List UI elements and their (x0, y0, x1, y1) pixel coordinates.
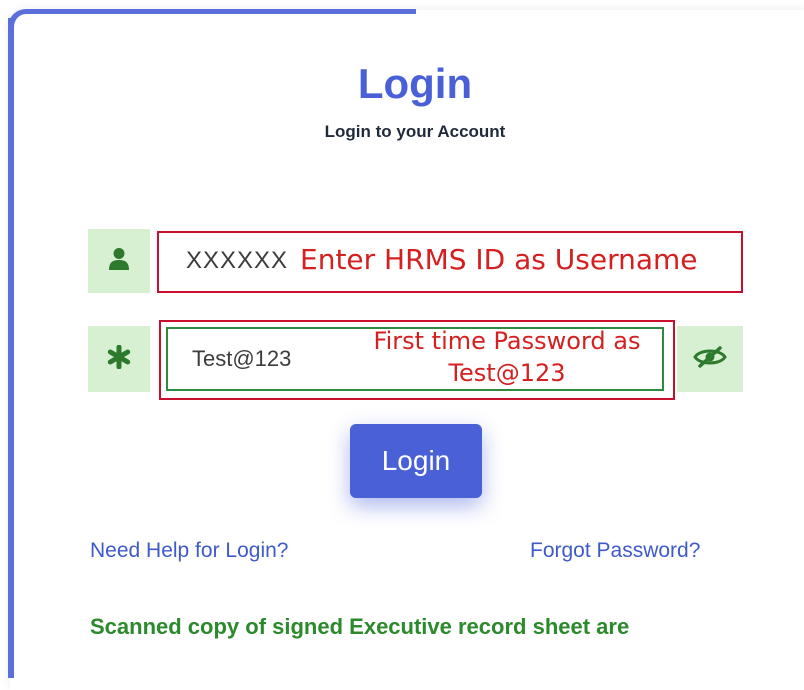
login-button[interactable]: Login (350, 424, 482, 498)
password-toggle[interactable] (677, 326, 743, 392)
username-addon (88, 229, 150, 293)
eye-slash-icon (693, 345, 727, 374)
need-help-link[interactable]: Need Help for Login? (90, 539, 288, 563)
asterisk-icon (107, 344, 131, 374)
card-accent-top (22, 9, 416, 14)
user-icon (108, 247, 130, 276)
page-title: Login (357, 60, 473, 107)
username-annotation: Enter HRMS ID as Username (300, 243, 698, 276)
username-value: XXXXXX (186, 247, 289, 274)
forgot-password-link[interactable]: Forgot Password? (530, 539, 700, 563)
password-value: Test@123 (192, 346, 292, 371)
card-accent-left (8, 18, 14, 678)
page-subtitle: Login to your Account (324, 122, 506, 141)
password-addon (88, 326, 150, 392)
password-annotation: First time Password as Test@123 (373, 327, 641, 387)
notice-text: Scanned copy of signed Executive record … (90, 614, 630, 639)
